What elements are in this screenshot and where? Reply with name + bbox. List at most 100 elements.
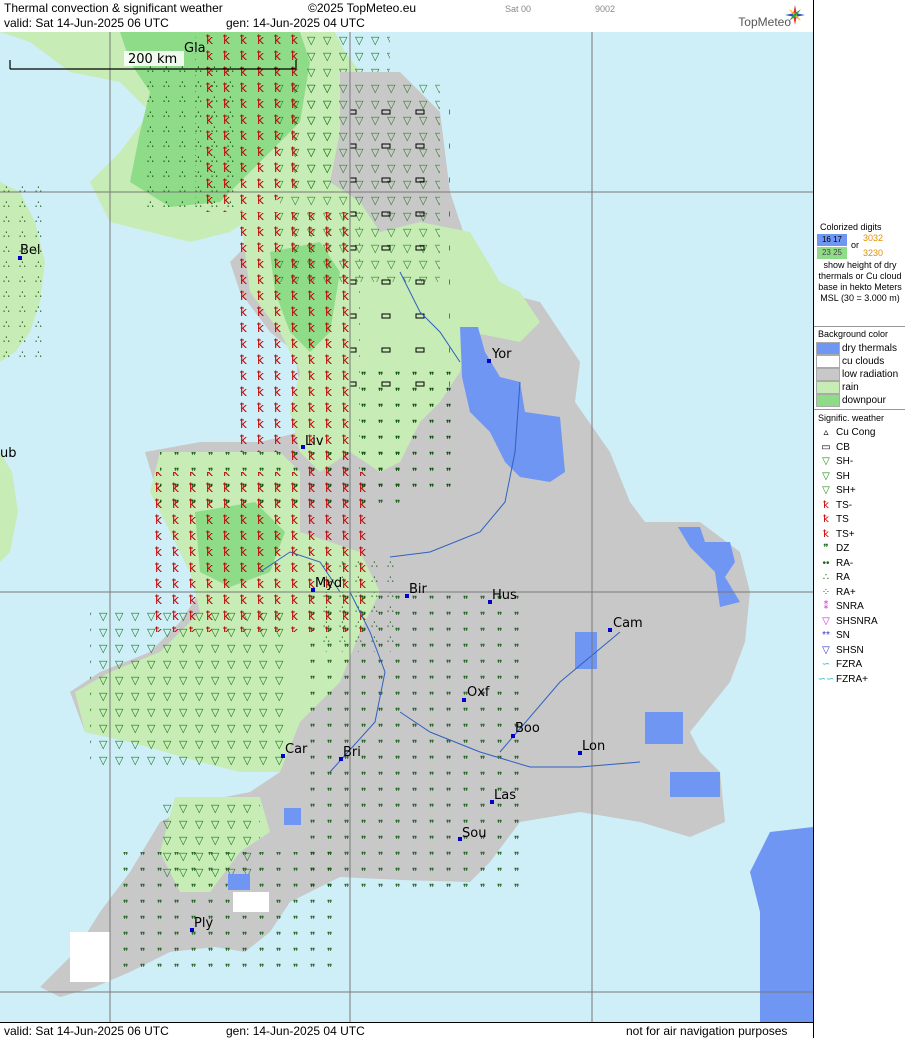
weather-symbol-icon: ⁑ (823, 601, 829, 612)
footer-valid-time: valid: Sat 14-Jun-2025 06 UTC (4, 1024, 169, 1038)
weather-symbol-icon: ∴ (822, 572, 830, 583)
city-label: Bri (343, 745, 361, 760)
legend-label: rain (842, 382, 859, 394)
southwest-drizzle-symbols (120, 852, 340, 972)
digit-or: or (851, 240, 860, 250)
legend-panel: Colorized digits 16 17 23 25 or 3032 323… (813, 0, 905, 1038)
city-label: Hus (492, 588, 517, 603)
weather-symbol-icon: ** (822, 630, 830, 641)
disclaimer: not for air navigation purposes (626, 1024, 788, 1038)
legend-background-item: rain (816, 381, 859, 394)
footer-generated-time: gen: 14-Jun-2025 04 UTC (226, 1024, 365, 1038)
weather-symbol-icon: ∽ (821, 659, 831, 670)
kent-dry-thermals (670, 772, 720, 797)
legend-background-item: low radiation (816, 368, 898, 381)
legend-weather-item: ▽ SHSN (816, 644, 864, 657)
legend-weather-item: ▽ SH (816, 470, 850, 483)
weather-symbol-icon: ❞ (823, 543, 829, 554)
weather-symbol-icon: ▽ (822, 615, 830, 627)
legend-label: low radiation (842, 369, 899, 381)
legend-weather-item: ▭ CB (816, 441, 850, 454)
legend-swatch (816, 368, 840, 381)
digit-sample-orange: 3032 (863, 233, 884, 243)
map-footer: valid: Sat 14-Jun-2025 06 UTC gen: 14-Ju… (0, 1022, 813, 1039)
legend-background-item: dry thermals (816, 342, 897, 355)
map-canvas: ꝁ ▽ ∴ ❞ (0, 32, 813, 1022)
legend-weather-item: ▵ Cu Cong (816, 426, 875, 439)
legend-digits-description: show height of dry thermals or Cu cloud … (818, 260, 902, 303)
legend-label: RA (836, 572, 850, 583)
legend-digits-title: Colorized digits (820, 222, 882, 232)
devon-cu-clouds (233, 892, 269, 912)
wales-shower-symbols (90, 612, 290, 772)
legend-weather-item: ▽ SHSNRA (816, 615, 878, 628)
legend-label: SHSNRA (836, 615, 878, 627)
legend-label: RA+ (836, 586, 856, 598)
city-label: Las (494, 788, 516, 803)
city-label: Boo (515, 721, 540, 736)
legend-weather-item: ∽∽ FZRA+ (816, 673, 868, 686)
north-cb-symbols (350, 92, 450, 392)
weather-symbol-icon: ▽ (822, 485, 830, 496)
ireland-land-south (0, 452, 18, 562)
city-label: ub (0, 446, 17, 461)
legend-label: FZRA (836, 659, 863, 670)
legend-label: SH- (836, 456, 854, 467)
legend-label: SN (836, 630, 850, 641)
weather-symbol-icon: ▽ (822, 470, 830, 482)
city-label: Sou (462, 826, 486, 841)
legend-label: SH+ (836, 485, 856, 496)
legend-weather-item: ꝁ TS- (816, 499, 852, 512)
city-label: Car (285, 742, 308, 757)
legend-swatch (816, 394, 840, 407)
legend-label: cu clouds (842, 356, 885, 368)
weather-map[interactable]: ꝁ ▽ ∴ ❞ (0, 32, 813, 1022)
header-code-2: 9002 (595, 4, 616, 14)
legend-label: dry thermals (842, 343, 898, 355)
weather-symbol-icon: ꝁ (823, 514, 829, 525)
legend-label: TS- (836, 499, 853, 511)
legend-swatch (816, 355, 840, 368)
legend-weather-item: ∽ FZRA (816, 658, 862, 671)
header-code: Sat 00 (505, 4, 532, 14)
weather-symbol-icon: ▽ (822, 644, 830, 656)
legend-label: SH (836, 470, 850, 482)
city-label: Yor (491, 347, 512, 362)
bristol-dry-thermals (284, 808, 301, 825)
weather-symbol-icon: ꝁ (823, 499, 829, 511)
legend-weather-item: ❞ DZ (816, 542, 849, 555)
copyright: ©2025 TopMeteo.eu (308, 1, 417, 15)
legend-label: CB (836, 441, 850, 453)
legend-weather-item: ** SN (816, 629, 850, 642)
legend-weather-item: •• RA- (816, 557, 853, 570)
digit-sample-orange-2: 3230 (863, 248, 884, 258)
valid-time: valid: Sat 14-Jun-2025 06 UTC (4, 16, 169, 30)
legend-label: downpour (842, 395, 886, 407)
legend-background-title: Background color (818, 329, 889, 339)
generated-time: gen: 14-Jun-2025 04 UTC (226, 16, 365, 30)
map-header: Thermal convection & significant weather… (0, 0, 813, 33)
city-label: Liv (305, 434, 324, 449)
legend-weather-item: ꝁ TS (816, 513, 849, 526)
digit-sample-blue: 16 17 (817, 234, 847, 246)
legend-background-item: cu clouds (816, 355, 884, 368)
legend-weather-title: Signific. weather (818, 413, 885, 423)
legend-weather-item: ⁘ RA+ (816, 586, 856, 599)
scale-label: 200 km (128, 52, 177, 67)
legend-label: FZRA+ (836, 673, 868, 685)
legend-weather-item: ⁑ SNRA (816, 600, 864, 613)
city-label: Lon (582, 739, 605, 754)
legend-background-item: downpour (816, 394, 886, 407)
wales-drizzle-symbols (160, 452, 400, 512)
legend-swatch (816, 342, 840, 355)
legend-label: RA- (836, 557, 854, 569)
france-dry-thermals (625, 827, 813, 1022)
digit-sample-green: 23 25 (817, 247, 847, 259)
legend-label: Cu Cong (836, 427, 876, 438)
city-label: Ply (194, 916, 213, 931)
map-title: Thermal convection & significant weather (4, 1, 223, 15)
legend-weather-item: ▽ SH+ (816, 484, 856, 497)
city-label: Gla (184, 41, 206, 56)
weather-symbol-icon: ⁘ (821, 586, 831, 598)
city-label: Myd (315, 576, 342, 591)
